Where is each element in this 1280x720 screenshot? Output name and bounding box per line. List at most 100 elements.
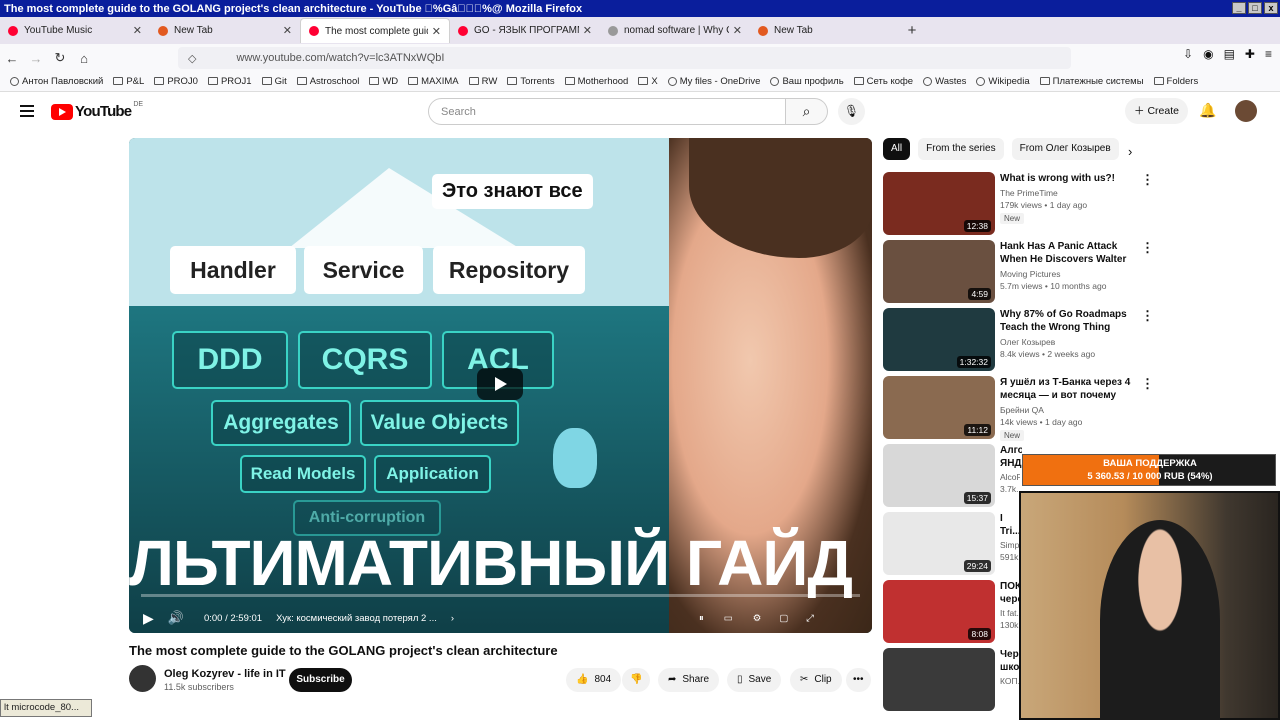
chevron-right-icon[interactable]: › [451,613,454,624]
video-thumbnail[interactable] [883,648,995,711]
more-options-icon[interactable]: ⋮ [1141,308,1154,324]
rec-channel[interactable]: Олег Козырев [1000,337,1055,347]
tab-3[interactable]: GO - ЯЗЫК ПРОГРАММИР ✕ [450,18,600,43]
close-tab-icon[interactable]: ✕ [283,24,292,37]
video-thumbnail[interactable]: 1:32:32 [883,308,995,371]
subtitles-icon[interactable]: ▭ [724,613,733,624]
recommendation-item[interactable]: 11:12 Я ушёл из Т-Банка через 4 месяца — … [883,376,1154,441]
chip-from-channel[interactable]: From Олег Козырев [1011,138,1119,160]
more-options-icon[interactable]: ⋮ [1141,172,1154,188]
autoplay-toggle-icon[interactable]: ⏸ [699,613,704,624]
back-icon[interactable]: ← [0,51,24,66]
rec-title[interactable]: What is wrong with us?! [1000,172,1135,185]
extension-icon[interactable]: ▤ [1224,47,1235,61]
bookmark-item[interactable]: X [638,76,658,87]
bookmark-item[interactable]: Антон Павловский [10,76,103,87]
video-thumbnail[interactable]: 15:37 [883,444,995,507]
bookmark-item[interactable]: PROJ1 [207,76,252,87]
rec-channel[interactable]: AlcoR... [1000,472,1020,482]
video-thumbnail[interactable]: 29:24 [883,512,995,575]
volume-icon[interactable]: 🔊 [168,610,184,626]
bookmark-item[interactable]: Astroschool [296,76,359,87]
bookmark-item[interactable]: Wikipedia [976,76,1030,87]
bookmark-item[interactable]: Torrents [507,76,555,87]
minimize-button[interactable]: _ [1232,2,1246,14]
video-thumbnail[interactable]: 4:59 [883,240,995,303]
download-icon[interactable]: ⇩ [1183,47,1193,61]
tab-2[interactable]: The most complete guide t ✕ [300,18,450,43]
bookmark-item[interactable]: RW [468,76,497,87]
rec-channel[interactable]: Simp... [1000,540,1020,550]
url-bar[interactable]: ◇ www.youtube.com/watch?v=lc3ATNxWQbI [178,47,1071,69]
close-tab-icon[interactable]: ✕ [583,24,592,37]
reload-icon[interactable]: ↻ [48,50,72,66]
recommendation-item[interactable]: 1:32:32 Why 87% of Go Roadmaps Teach the … [883,308,1154,371]
settings-gear-icon[interactable]: ⚙ [753,613,762,624]
bookmark-item[interactable]: Folders [1153,76,1198,87]
recommendation-item[interactable]: 12:38 What is wrong with us?! The PrimeTim… [883,172,1154,235]
bookmark-item[interactable]: Wastes [923,76,966,87]
rec-title[interactable]: Алгор... ЯНДЕ... [1000,444,1022,470]
avatar[interactable] [1235,100,1257,122]
channel-avatar[interactable] [129,665,156,692]
bookmark-item[interactable]: Git [261,76,287,87]
tab-0[interactable]: YouTube Music ✕ [0,18,150,43]
bookmark-item[interactable]: PROJ0 [154,76,198,87]
tab-4[interactable]: nomad software | Why Go ✕ [600,18,750,43]
like-button[interactable]: 👍 804 [566,668,622,692]
video-thumbnail[interactable]: 8:08 [883,580,995,643]
video-thumbnail[interactable]: 11:12 [883,376,995,439]
new-tab-button[interactable]: + [900,22,924,39]
big-play-icon[interactable] [477,368,523,400]
fullscreen-icon[interactable]: ⤢ [806,613,814,624]
youtube-logo[interactable]: YouTube DE [51,101,143,120]
rec-title[interactable]: Hank Has A Panic Attack When He Discover… [1000,240,1135,266]
menu-icon[interactable]: ≡ [1265,47,1272,61]
more-options-icon[interactable]: ⋮ [1141,376,1154,392]
bookmark-item[interactable]: WD [369,76,398,87]
bookmark-item[interactable]: MAXIMA [408,76,459,87]
video-player[interactable]: Это знают все Handler Service Repository… [129,138,872,633]
tab-1[interactable]: New Tab ✕ [150,18,300,43]
chip-series[interactable]: From the series [918,138,1004,160]
forward-icon[interactable]: → [24,51,48,66]
bookmark-item[interactable]: Платежные системы [1039,76,1144,87]
maximize-button[interactable]: □ [1248,2,1262,14]
notifications-bell-icon[interactable]: 🔔 [1199,102,1216,119]
shield-extension-icon[interactable]: ◉ [1203,47,1213,61]
rec-channel[interactable]: КОП... [1000,676,1020,686]
close-tab-icon[interactable]: ✕ [133,24,142,37]
rec-channel[interactable]: Брейни QA [1000,405,1044,415]
create-button[interactable]: ＋ Create [1125,98,1188,124]
rec-title[interactable]: Why 87% of Go Roadmaps Teach the Wrong T… [1000,308,1135,334]
rec-channel[interactable]: Moving Pictures [1000,269,1060,279]
rec-title[interactable]: Я ушёл из Т-Банка через 4 месяца — и вот… [1000,376,1135,402]
subscribe-button[interactable]: Subscribe [289,668,352,692]
close-tab-icon[interactable]: ✕ [733,24,742,37]
bookmark-item[interactable]: P&L [113,76,144,87]
channel-name[interactable]: Oleg Kozyrev - life in IT [164,668,286,680]
video-thumbnail[interactable]: 12:38 [883,172,995,235]
bookmark-item[interactable]: Motherhood [564,76,628,87]
bookmark-item[interactable]: Ваш профиль [770,76,844,87]
search-button[interactable]: ⌕ [786,98,828,125]
rec-channel[interactable]: The PrimeTime [1000,188,1058,198]
theater-mode-icon[interactable]: ▢ [779,613,788,624]
clip-button[interactable]: ✂ Clip [790,668,842,692]
rec-channel[interactable]: It fat... [1000,608,1020,618]
close-window-button[interactable]: x [1264,2,1278,14]
hamburger-menu-icon[interactable] [20,105,34,117]
share-button[interactable]: ➦ Share [658,668,720,692]
dislike-button[interactable]: 👎 [622,668,651,692]
recommendation-item[interactable]: 4:59 Hank Has A Panic Attack When He Disc… [883,240,1154,303]
shield-icon[interactable]: ◇ [188,52,196,65]
chapter-title[interactable]: Хук: космический завод потерял 2 ... [276,613,437,624]
voice-search-button[interactable]: 🎙 [838,98,865,125]
chevron-right-icon[interactable]: › [1128,144,1132,159]
more-options-icon[interactable]: ⋮ [1141,240,1154,256]
bookmark-item[interactable]: Сеть кофе [853,76,913,87]
chip-all[interactable]: All [883,138,911,160]
bookmark-item[interactable]: My files - OneDrive [667,76,760,87]
search-input[interactable]: Search [428,98,786,125]
play-icon[interactable]: ▶ [143,610,154,627]
